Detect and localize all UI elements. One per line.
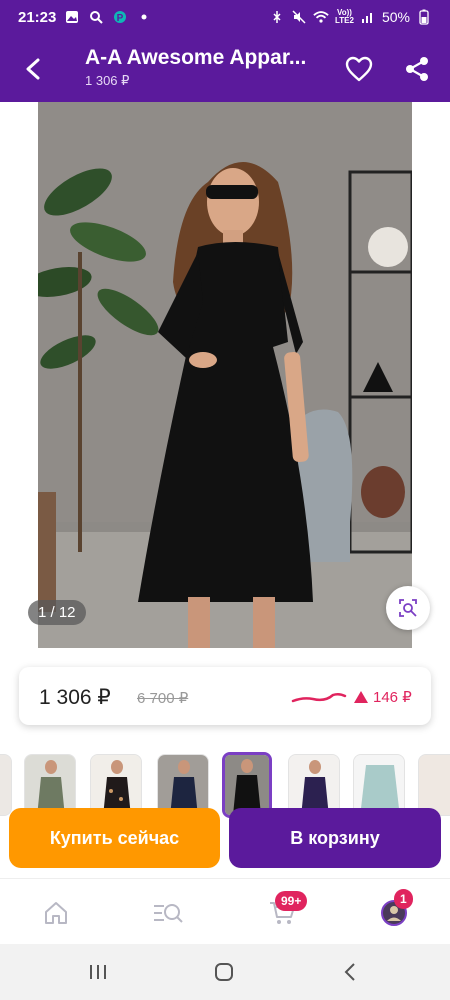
thumbnail[interactable]	[418, 754, 450, 816]
search-notification-icon	[88, 9, 104, 25]
thumbnail[interactable]	[24, 754, 76, 816]
thumbnail[interactable]	[90, 754, 142, 816]
price-change: 146 ₽	[353, 688, 412, 706]
favorite-button[interactable]	[342, 52, 376, 86]
battery-icon	[416, 9, 432, 25]
bottom-navigation: 99+ 1	[0, 878, 450, 944]
recent-apps-icon	[90, 965, 106, 979]
lte-indicator: Vo)) LTE2	[335, 8, 354, 25]
battery-percent: 50%	[381, 9, 410, 25]
visual-search-icon	[399, 599, 417, 617]
product-gallery[interactable]: 1 / 12	[0, 102, 450, 648]
dot-indicator-icon	[136, 9, 152, 25]
catalog-search-icon	[154, 904, 183, 923]
add-to-cart-button[interactable]: В корзину	[229, 808, 441, 868]
price-trend-icon	[291, 692, 347, 703]
product-title: A-A Awesome Appar...	[85, 46, 307, 69]
cart-badge: 99+	[275, 891, 308, 911]
share-icon	[406, 57, 428, 81]
signal-icon	[360, 9, 376, 25]
wifi-icon	[313, 9, 329, 25]
back-arrow-icon	[26, 58, 40, 80]
recent-apps-button[interactable]	[84, 958, 112, 986]
chevron-left-icon	[344, 963, 355, 981]
thumbnail[interactable]	[353, 754, 405, 816]
current-price: 1 306 ₽	[39, 686, 111, 709]
thumbnail[interactable]	[288, 754, 340, 816]
share-button[interactable]	[400, 52, 434, 86]
title-block: A-A Awesome Appar... 1 306 ₽	[85, 46, 335, 89]
home-button[interactable]	[210, 958, 238, 986]
header-price: 1 306 ₽	[85, 73, 130, 88]
home-icon	[45, 902, 67, 924]
status-bar: 21:23 P Vo)) LTE2 50%	[0, 0, 450, 34]
status-time: 21:23	[18, 8, 57, 26]
back-button[interactable]	[16, 52, 50, 86]
system-back-button[interactable]	[336, 958, 364, 986]
gallery-notification-icon	[64, 9, 80, 25]
app-header: A-A Awesome Appar... 1 306 ₽	[0, 34, 450, 102]
nav-home[interactable]	[36, 893, 76, 933]
up-triangle-icon	[354, 691, 368, 703]
price-card[interactable]: 1 306 ₽ 6 700 ₽ 146 ₽	[19, 667, 431, 725]
system-navigation-bar	[0, 944, 450, 1000]
profile-badge: 1	[394, 889, 413, 909]
thumbnail[interactable]	[157, 754, 209, 816]
nav-catalog[interactable]	[148, 893, 188, 933]
heart-icon	[345, 56, 373, 82]
image-counter: 1 / 12	[28, 600, 86, 625]
product-photo[interactable]	[38, 102, 412, 648]
app-notification-icon: P	[112, 9, 128, 25]
price-change-value: 146 ₽	[373, 689, 412, 706]
visual-search-button[interactable]	[386, 586, 430, 630]
old-price: 6 700 ₽	[137, 690, 189, 707]
home-square-icon	[215, 963, 233, 981]
mute-icon	[291, 9, 307, 25]
buy-now-button[interactable]: Купить сейчас	[9, 808, 220, 868]
svg-text:P: P	[117, 13, 124, 24]
alarm-icon	[269, 9, 285, 25]
thumbnail[interactable]	[0, 754, 12, 816]
